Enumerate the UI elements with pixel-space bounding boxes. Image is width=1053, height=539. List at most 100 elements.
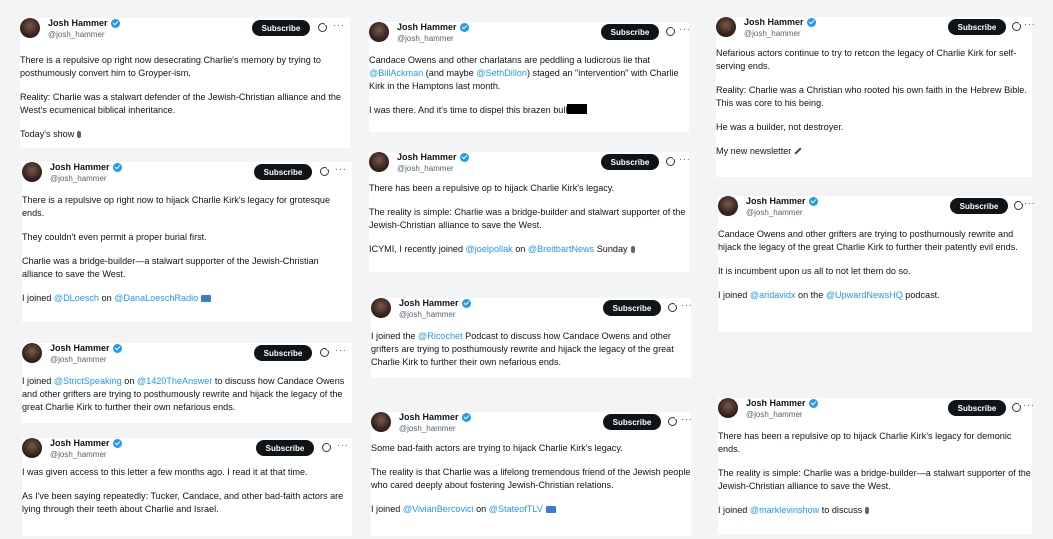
author-handle[interactable]: @josh_hammer <box>746 208 803 217</box>
microphone-icon <box>865 507 870 514</box>
author-name[interactable]: Josh Hammer <box>397 22 469 32</box>
author-handle[interactable]: @josh_hammer <box>399 310 456 319</box>
subscribe-button[interactable]: Subscribe <box>252 20 310 36</box>
subscribe-button[interactable]: Subscribe <box>948 400 1006 416</box>
avatar[interactable] <box>22 162 42 182</box>
avatar[interactable] <box>369 22 389 42</box>
pen-icon <box>794 147 802 155</box>
more-options-icon[interactable]: ··· <box>679 154 691 165</box>
grok-icon[interactable] <box>666 156 676 166</box>
grok-icon[interactable] <box>668 416 678 426</box>
more-options-icon[interactable]: ··· <box>333 20 345 31</box>
subscribe-button[interactable]: Subscribe <box>603 414 661 430</box>
tweet-card[interactable]: Josh Hammer @josh_hammer Subscribe ··· N… <box>716 17 1035 177</box>
author-handle[interactable]: @josh_hammer <box>48 30 105 39</box>
subscribe-button[interactable]: Subscribe <box>256 440 314 456</box>
tweet-text: Charlie was a bridge-builder—a stalwart … <box>22 256 319 279</box>
mention-link[interactable]: @BillAckman <box>369 68 423 78</box>
mention-link[interactable]: @DanaLoeschRadio <box>114 293 198 303</box>
author-name[interactable]: Josh Hammer <box>50 438 122 448</box>
author-handle[interactable]: @josh_hammer <box>50 174 107 183</box>
more-options-icon[interactable]: ··· <box>681 300 693 311</box>
author-name[interactable]: Josh Hammer <box>48 18 120 28</box>
more-options-icon[interactable]: ··· <box>1024 198 1036 209</box>
tweet-card[interactable]: Josh Hammer @josh_hammer Subscribe ··· T… <box>20 18 350 148</box>
author-name[interactable]: Josh Hammer <box>50 162 122 172</box>
author-handle[interactable]: @josh_hammer <box>746 410 803 419</box>
tweet-card[interactable]: Josh Hammer @josh_hammer Subscribe ··· T… <box>369 152 691 272</box>
avatar[interactable] <box>22 343 42 363</box>
more-options-icon[interactable]: ··· <box>337 440 349 451</box>
subscribe-button[interactable]: Subscribe <box>603 300 661 316</box>
author-name[interactable]: Josh Hammer <box>744 17 816 27</box>
grok-icon[interactable] <box>320 166 330 176</box>
avatar[interactable] <box>369 152 389 172</box>
author-name[interactable]: Josh Hammer <box>399 298 471 308</box>
grok-icon[interactable] <box>318 22 328 32</box>
grok-icon[interactable] <box>320 347 330 357</box>
subscribe-button[interactable]: Subscribe <box>601 154 659 170</box>
more-options-icon[interactable]: ··· <box>681 414 693 425</box>
mention-link[interactable]: @joelpollak <box>466 244 513 254</box>
tweet-text: Nefarious actors continue to try to retc… <box>716 48 1017 71</box>
author-name[interactable]: Josh Hammer <box>399 412 471 422</box>
more-options-icon[interactable]: ··· <box>1024 19 1036 30</box>
grok-icon[interactable] <box>666 26 676 36</box>
tweet-card[interactable]: Josh Hammer @josh_hammer Subscribe ··· T… <box>22 162 352 322</box>
mention-link[interactable]: @UpwardNewsHQ <box>826 290 903 300</box>
mention-link[interactable]: @StateofTLV <box>489 504 543 514</box>
author-name[interactable]: Josh Hammer <box>50 343 122 353</box>
grok-icon[interactable] <box>668 302 678 312</box>
avatar[interactable] <box>718 196 738 216</box>
more-options-icon[interactable]: ··· <box>1023 400 1035 411</box>
tweet-card[interactable]: Josh Hammer @josh_hammer Subscribe ··· T… <box>718 398 1035 534</box>
author-name[interactable]: Josh Hammer <box>746 398 818 408</box>
mention-link[interactable]: @BreitbartNews <box>528 244 594 254</box>
avatar[interactable] <box>371 412 391 432</box>
tweet-card[interactable]: Josh Hammer @josh_hammer Subscribe ··· C… <box>369 22 691 132</box>
verified-badge-icon <box>112 343 122 353</box>
mention-link[interactable]: @StrictSpeaking <box>54 376 122 386</box>
subscribe-button[interactable]: Subscribe <box>254 164 312 180</box>
author-handle[interactable]: @josh_hammer <box>397 34 454 43</box>
author-handle[interactable]: @josh_hammer <box>50 355 107 364</box>
more-options-icon[interactable]: ··· <box>679 24 691 35</box>
grok-icon[interactable] <box>1012 402 1022 412</box>
author-name[interactable]: Josh Hammer <box>397 152 469 162</box>
subscribe-button[interactable]: Subscribe <box>950 198 1008 214</box>
avatar[interactable] <box>371 298 391 318</box>
mention-link[interactable]: @VivianBercovici <box>403 504 474 514</box>
subscribe-button[interactable]: Subscribe <box>948 19 1006 35</box>
subscribe-button[interactable]: Subscribe <box>601 24 659 40</box>
mention-link[interactable]: @DLoesch <box>54 293 99 303</box>
author-handle[interactable]: @josh_hammer <box>397 164 454 173</box>
mention-link[interactable]: @1420TheAnswer <box>137 376 212 386</box>
grok-icon[interactable] <box>1012 21 1022 31</box>
author-handle[interactable]: @josh_hammer <box>50 450 107 459</box>
avatar[interactable] <box>716 17 736 37</box>
avatar[interactable] <box>22 438 42 458</box>
subscribe-button[interactable]: Subscribe <box>254 345 312 361</box>
author-name[interactable]: Josh Hammer <box>746 196 818 206</box>
mention-link[interactable]: @SethDillon <box>476 68 527 78</box>
mention-link[interactable]: @Ricochet <box>418 331 463 341</box>
more-options-icon[interactable]: ··· <box>335 345 347 356</box>
mention-link[interactable]: @marklevinshow <box>750 505 819 515</box>
tweet-card[interactable]: Josh Hammer @josh_hammer Subscribe ··· S… <box>371 412 693 536</box>
avatar[interactable] <box>718 398 738 418</box>
tweet-card[interactable]: Josh Hammer @josh_hammer Subscribe ··· C… <box>718 196 1035 332</box>
verified-badge-icon <box>112 438 122 448</box>
tweet-card[interactable]: Josh Hammer @josh_hammer Subscribe ··· I… <box>22 343 352 423</box>
more-options-icon[interactable]: ··· <box>335 164 347 175</box>
author-handle[interactable]: @josh_hammer <box>399 424 456 433</box>
grok-icon[interactable] <box>1014 200 1024 210</box>
tweet-text: Today's show <box>20 128 350 141</box>
tweet-card[interactable]: Josh Hammer @josh_hammer Subscribe ··· I… <box>22 438 352 536</box>
mention-link[interactable]: @aridavidx <box>750 290 796 300</box>
author-handle[interactable]: @josh_hammer <box>744 29 801 38</box>
grok-icon[interactable] <box>322 442 332 452</box>
tweet-text: Reality: Charlie was a Christian who roo… <box>716 85 1027 108</box>
avatar[interactable] <box>20 18 40 38</box>
tweet-text: There is a repulsive op right now to hij… <box>22 195 331 218</box>
tweet-card[interactable]: Josh Hammer @josh_hammer Subscribe ··· I… <box>371 298 693 378</box>
